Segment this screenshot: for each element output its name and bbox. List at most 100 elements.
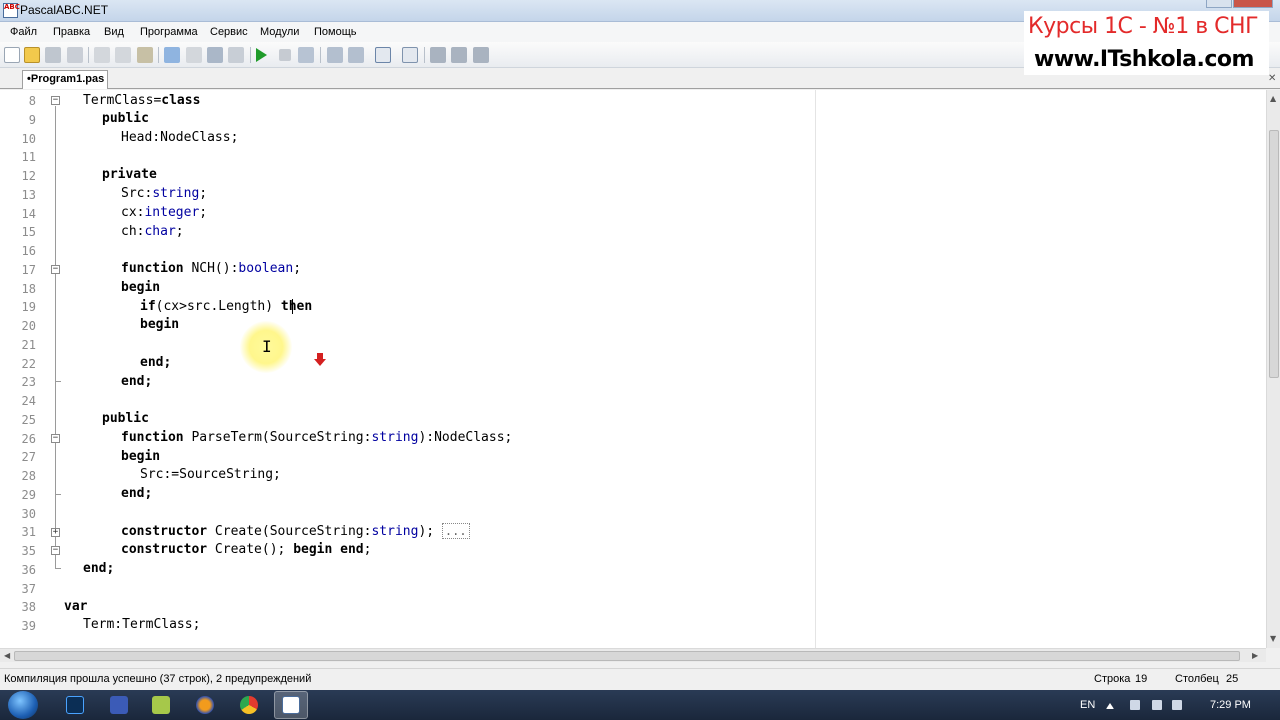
chrome-icon[interactable] <box>240 696 258 714</box>
stop-icon[interactable] <box>279 49 291 61</box>
tab-program1[interactable]: •Program1.pas <box>22 70 108 89</box>
line-number: 19 <box>21 300 36 314</box>
find-icon[interactable] <box>207 47 223 63</box>
pascalabc-taskbar-icon[interactable] <box>282 696 300 714</box>
code-line: function ParseTerm(SourceString:string):… <box>121 430 513 445</box>
line-number: 15 <box>21 225 36 239</box>
line-number: 10 <box>21 132 36 146</box>
notepad-icon[interactable] <box>152 696 170 714</box>
row-value: 19 <box>1135 673 1148 685</box>
code-line: constructor Create(); begin end; <box>121 542 372 557</box>
form-designer-icon[interactable] <box>402 47 418 63</box>
undo-icon[interactable] <box>164 47 180 63</box>
compile-status-message: Компиляция прошла успешно (37 строк), 2 … <box>4 673 312 685</box>
code-line: Src:=SourceString; <box>140 467 281 482</box>
windows-taskbar: EN 7:29 PM <box>0 690 1280 720</box>
line-number: 16 <box>21 244 36 258</box>
code-line: Term:TermClass; <box>83 617 201 632</box>
code-line: constructor Create(SourceString:string);… <box>121 522 470 541</box>
compile-icon[interactable] <box>298 47 314 63</box>
photoshop-icon[interactable] <box>66 696 84 714</box>
line-number: 21 <box>21 338 36 352</box>
menu-view[interactable]: Вид <box>104 26 124 38</box>
toolbar-separator <box>320 47 321 63</box>
line-number: 24 <box>21 394 36 408</box>
save-all-icon[interactable] <box>67 47 83 63</box>
fold-collapse-icon[interactable]: − <box>51 265 60 274</box>
menu-file[interactable]: Файл <box>10 26 37 38</box>
menu-help[interactable]: Помощь <box>314 26 357 38</box>
banner-title: Курсы 1С - №1 в СНГ <box>1028 14 1259 39</box>
save-app-icon[interactable] <box>110 696 128 714</box>
text-caret <box>292 299 293 314</box>
new-file-icon[interactable] <box>4 47 20 63</box>
volume-icon[interactable] <box>1172 700 1182 710</box>
line-number: 14 <box>21 207 36 221</box>
menu-service[interactable]: Сервис <box>210 26 248 38</box>
right-margin-guide <box>815 90 816 648</box>
code-editor[interactable]: 8 9 10 11 12 13 14 15 16 17 18 19 20 21 … <box>0 90 1266 648</box>
scroll-left-icon[interactable]: ◀ <box>4 651 10 660</box>
fold-expand-icon[interactable]: + <box>51 528 60 537</box>
copy-icon[interactable] <box>115 47 131 63</box>
code-line: end; <box>140 355 172 370</box>
collapsed-region-marker[interactable]: ... <box>441 523 470 539</box>
fold-collapse-icon[interactable]: − <box>51 546 60 555</box>
open-file-icon[interactable] <box>24 47 40 63</box>
save-icon[interactable] <box>45 47 61 63</box>
vertical-scroll-thumb[interactable] <box>1269 130 1279 378</box>
debug-icon[interactable] <box>430 47 446 63</box>
code-line: begin <box>121 449 161 464</box>
firefox-icon[interactable] <box>196 696 214 714</box>
run-icon[interactable] <box>256 48 267 62</box>
cut-icon[interactable] <box>94 47 110 63</box>
toolbar-separator <box>158 47 159 63</box>
menu-program[interactable]: Программа <box>140 26 198 38</box>
code-text: if(cx>src.Length) then <box>140 299 313 314</box>
keyboard-language[interactable]: EN <box>1080 699 1095 711</box>
line-number: 38 <box>21 600 36 614</box>
scroll-up-icon[interactable]: ▲ <box>1270 94 1276 103</box>
code-line: Src:string; <box>121 186 208 201</box>
redo-icon[interactable] <box>186 47 202 63</box>
step-over-icon[interactable] <box>348 47 364 63</box>
menu-edit[interactable]: Правка <box>53 26 90 38</box>
scroll-right-icon[interactable]: ▶ <box>1252 651 1258 660</box>
fold-collapse-icon[interactable]: − <box>51 96 60 105</box>
line-number: 31 <box>21 525 36 539</box>
line-number: 22 <box>21 357 36 371</box>
vertical-scrollbar[interactable]: ▲ ▼ <box>1266 90 1280 648</box>
code-line: function NCH():boolean; <box>121 261 302 276</box>
line-number: 17 <box>21 263 36 277</box>
network-icon[interactable] <box>1152 700 1162 710</box>
menu-modules[interactable]: Модули <box>260 26 299 38</box>
clock[interactable]: 7:29 PM <box>1210 699 1251 711</box>
horizontal-scroll-thumb[interactable] <box>14 651 1240 661</box>
close-tab-icon[interactable]: ✕ <box>1268 73 1276 84</box>
step-icon[interactable] <box>327 47 343 63</box>
locals-icon[interactable] <box>473 47 489 63</box>
horizontal-scrollbar[interactable]: ◀ ▶ <box>0 648 1266 662</box>
fold-end-tick <box>55 494 61 495</box>
code-line: TermClass=class <box>83 91 200 110</box>
scroll-down-icon[interactable]: ▼ <box>1270 634 1276 643</box>
line-number: 27 <box>21 450 36 464</box>
show-hidden-icons-icon[interactable] <box>1106 701 1114 709</box>
line-number: 30 <box>21 507 36 521</box>
line-number: 29 <box>21 488 36 502</box>
windows-start-icon[interactable] <box>8 691 38 719</box>
replace-icon[interactable] <box>228 47 244 63</box>
tray-app-icon[interactable] <box>1130 700 1140 710</box>
code-line: Head:NodeClass; <box>121 130 239 145</box>
code-text: constructor Create(SourceString:string); <box>121 524 435 539</box>
close-button[interactable] <box>1233 0 1273 8</box>
watch-icon[interactable] <box>451 47 467 63</box>
paste-icon[interactable] <box>137 47 153 63</box>
minimize-button[interactable] <box>1206 0 1232 8</box>
fold-collapse-icon[interactable]: − <box>51 434 60 443</box>
line-number: 9 <box>28 113 36 127</box>
output-window-icon[interactable] <box>375 47 391 63</box>
line-number: 23 <box>21 375 36 389</box>
status-bar: Компиляция прошла успешно (37 строк), 2 … <box>0 668 1280 690</box>
ibeam-cursor-icon: I <box>262 337 272 356</box>
